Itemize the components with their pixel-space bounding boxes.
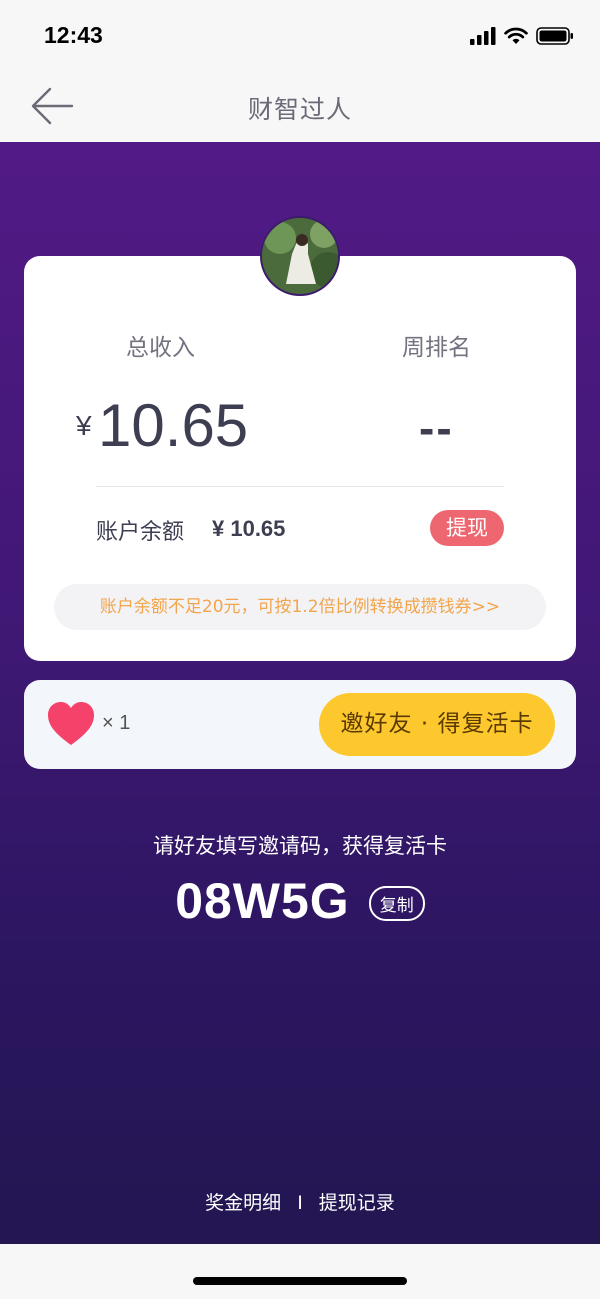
revive-card-count: × 1 — [102, 712, 131, 734]
balance-value: ¥ 10.65 — [212, 516, 286, 541]
withdraw-record-link[interactable]: 提现记录 — [319, 1192, 395, 1214]
invite-code: 08W5G — [175, 873, 350, 929]
avatar — [260, 216, 340, 296]
status-bar: 12:43 — [0, 0, 600, 70]
total-income-label: 总收入 — [126, 335, 195, 361]
page-title: 财智过人 — [247, 95, 352, 124]
signal-icon — [470, 27, 496, 45]
revive-card-bar: × 1 邀好友 · 得复活卡 — [24, 680, 576, 769]
status-icons — [470, 24, 574, 48]
copy-button[interactable]: 复制 — [368, 885, 425, 921]
weekly-rank-label: 周排名 — [402, 335, 471, 361]
divider — [96, 486, 504, 487]
income-card: 总收入 周排名 ¥ 10.65 -- 账户余额 ¥ 10.65 提现 账户余额不… — [24, 256, 576, 661]
nav-bar: 财智过人 — [0, 70, 600, 142]
heart-icon — [48, 702, 94, 745]
invite-instruction: 请好友填写邀请码，获得复活卡 — [153, 834, 447, 858]
convert-notice-link[interactable]: 账户余额不足20元，可按1.2倍比例转换成攒钱券>> — [54, 584, 546, 630]
battery-icon — [536, 27, 573, 45]
wifi-icon — [504, 27, 528, 44]
home-indicator[interactable] — [193, 1277, 407, 1285]
footer-links: 奖金明细 I 提现记录 — [0, 1188, 600, 1215]
invite-friends-button[interactable]: 邀好友 · 得复活卡 — [319, 693, 555, 756]
weekly-rank-value: -- — [419, 402, 454, 454]
home-indicator-area — [0, 1244, 600, 1299]
footer-separator: I — [297, 1192, 303, 1214]
bonus-detail-link[interactable]: 奖金明细 — [205, 1192, 281, 1214]
balance-label: 账户余额 — [96, 520, 185, 545]
currency-symbol: ¥ — [76, 409, 92, 441]
total-income-value: ¥ 10.65 — [76, 391, 248, 460]
invite-code-row: 08W5G 复制 — [0, 872, 600, 930]
total-income-number: 10.65 — [98, 392, 249, 459]
main-content: 总收入 周排名 ¥ 10.65 -- 账户余额 ¥ 10.65 提现 账户余额不… — [0, 142, 600, 1244]
status-time: 12:43 — [44, 22, 103, 48]
withdraw-button[interactable]: 提现 — [430, 510, 504, 546]
